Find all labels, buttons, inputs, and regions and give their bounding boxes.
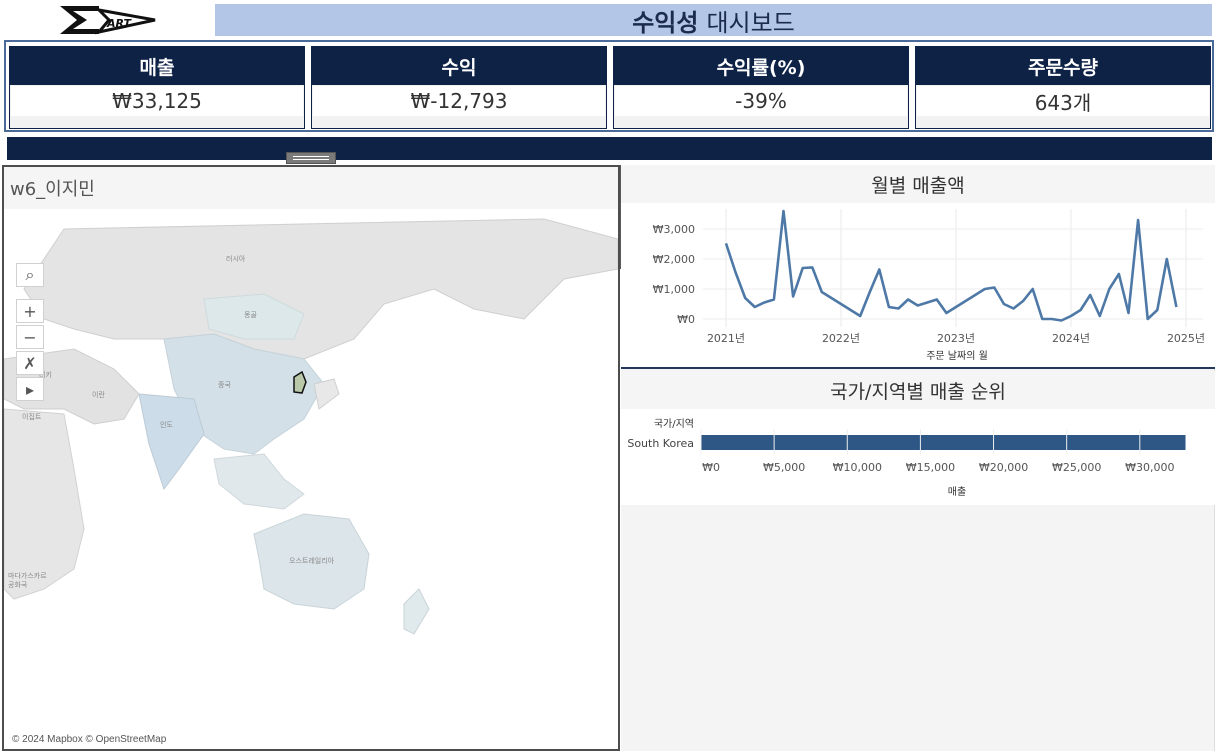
map-label-republic: 공화국: [8, 581, 28, 589]
y-tick-label: ₩1,000: [653, 283, 695, 296]
map-label-mongolia: 몽골: [244, 311, 257, 319]
bar-chart-panel: 국가/지역별 매출 순위 국가/지역 South Korea ₩0 ₩5,000 ₩10…: [621, 371, 1215, 505]
x-tick-label: ₩0: [702, 461, 720, 474]
svg-text:ART: ART: [106, 17, 132, 30]
kpi-row: 매출 ₩33,125 수익 ₩-12,793 수익률(%) -39% 주문수량 …: [4, 40, 1214, 132]
x-tick-label: ₩15,000: [906, 461, 955, 474]
x-axis-label: 매출: [948, 486, 966, 498]
kpi-value: 643개: [917, 86, 1209, 116]
bar-chart-title: 국가/지역별 매출 순위: [621, 371, 1215, 409]
map-label-russia: 러시아: [226, 254, 246, 263]
kpi-label: 주문수량: [916, 47, 1210, 85]
x-tick-label: ₩30,000: [1125, 461, 1174, 474]
map-title: w6_이지민: [4, 167, 618, 209]
map-panel: w6_이지민 러시아 몽골 중국 인도 이란 터키 이집트 오스트레일리아 마다: [2, 165, 620, 751]
kpi-value: ₩-12,793: [313, 86, 605, 116]
map-view[interactable]: 러시아 몽골 중국 인도 이란 터키 이집트 오스트레일리아 마다가스카르 공화…: [4, 209, 618, 749]
right-panel: 월별 매출액 2021년 2022년 2023년 2024년 2025년 ₩0 ₩1,000…: [621, 165, 1215, 751]
search-icon[interactable]: ⌕: [16, 263, 44, 287]
row-header: 국가/지역: [654, 418, 694, 430]
kpi-label: 수익률(%): [614, 47, 908, 85]
map-attribution: © 2024 Mapbox © OpenStreetMap: [12, 734, 167, 745]
kpi-value: -39%: [615, 86, 907, 116]
x-tick-label: ₩25,000: [1052, 461, 1101, 474]
dart-logo: ART: [60, 6, 156, 35]
zoom-out-icon[interactable]: −: [16, 325, 44, 349]
map-label-india: 인도: [160, 420, 173, 429]
filter-band: [7, 137, 1212, 160]
kpi-sales: 매출 ₩33,125: [9, 46, 305, 129]
map-label-australia: 오스트레일리아: [289, 556, 335, 565]
kpi-order-qty: 주문수량 643개: [915, 46, 1211, 129]
clear-selection-icon[interactable]: ✗: [16, 351, 44, 375]
x-tick-label: ₩20,000: [979, 461, 1028, 474]
category-label: South Korea: [627, 437, 694, 450]
map-label-iran: 이란: [92, 390, 105, 399]
line-chart[interactable]: 2021년 2022년 2023년 2024년 2025년 ₩0 ₩1,000 ₩2,000 ₩…: [621, 203, 1215, 367]
y-tick-label: ₩2,000: [653, 253, 695, 266]
map-label-madagascar: 마다가스카르: [8, 571, 47, 580]
y-tick-label: ₩3,000: [653, 223, 695, 236]
zoom-in-icon[interactable]: +: [16, 299, 44, 323]
x-tick-label: 2023년: [937, 332, 975, 345]
map-toolbar: ⌕ + − ✗ ▸: [16, 263, 45, 403]
page-title-bold: 수익성: [632, 8, 699, 37]
kpi-label: 수익: [312, 47, 606, 85]
kpi-profit-rate: 수익률(%) -39%: [613, 46, 909, 129]
line-chart-title: 월별 매출액: [621, 165, 1215, 203]
india-region: [138, 393, 205, 491]
x-axis-label: 주문 날짜의 월: [926, 350, 988, 362]
line-chart-panel: 월별 매출액 2021년 2022년 2023년 2024년 2025년 ₩0 ₩1,000…: [621, 165, 1215, 369]
kpi-profit: 수익 ₩-12,793: [311, 46, 607, 129]
play-icon[interactable]: ▸: [16, 377, 44, 401]
x-tick-label: 2022년: [822, 332, 860, 345]
resize-grip[interactable]: [286, 152, 336, 164]
x-tick-label: ₩10,000: [833, 461, 882, 474]
world-map: 러시아 몽골 중국 인도 이란 터키 이집트 오스트레일리아 마다가스카르 공화…: [4, 218, 618, 635]
dashboard-header: ART 수익성 대시보드: [0, 0, 1219, 40]
map-label-china: 중국: [218, 381, 231, 389]
x-tick-label: 2024년: [1052, 332, 1090, 345]
map-label-egypt: 이집트: [22, 412, 42, 421]
x-tick-label: 2025년: [1167, 332, 1205, 345]
page-title: 수익성 대시보드: [215, 4, 1212, 37]
y-tick-label: ₩0: [677, 313, 695, 326]
bar-chart[interactable]: 국가/지역 South Korea ₩0 ₩5,000 ₩10,000 ₩15,000 ₩2…: [621, 409, 1215, 505]
southeast-asia-region: [213, 453, 305, 510]
x-tick-label: ₩5,000: [763, 461, 805, 474]
kpi-label: 매출: [10, 47, 304, 85]
page-title-rest: 대시보드: [706, 8, 795, 37]
kpi-value: ₩33,125: [11, 86, 303, 116]
x-tick-label: 2021년: [707, 332, 745, 345]
